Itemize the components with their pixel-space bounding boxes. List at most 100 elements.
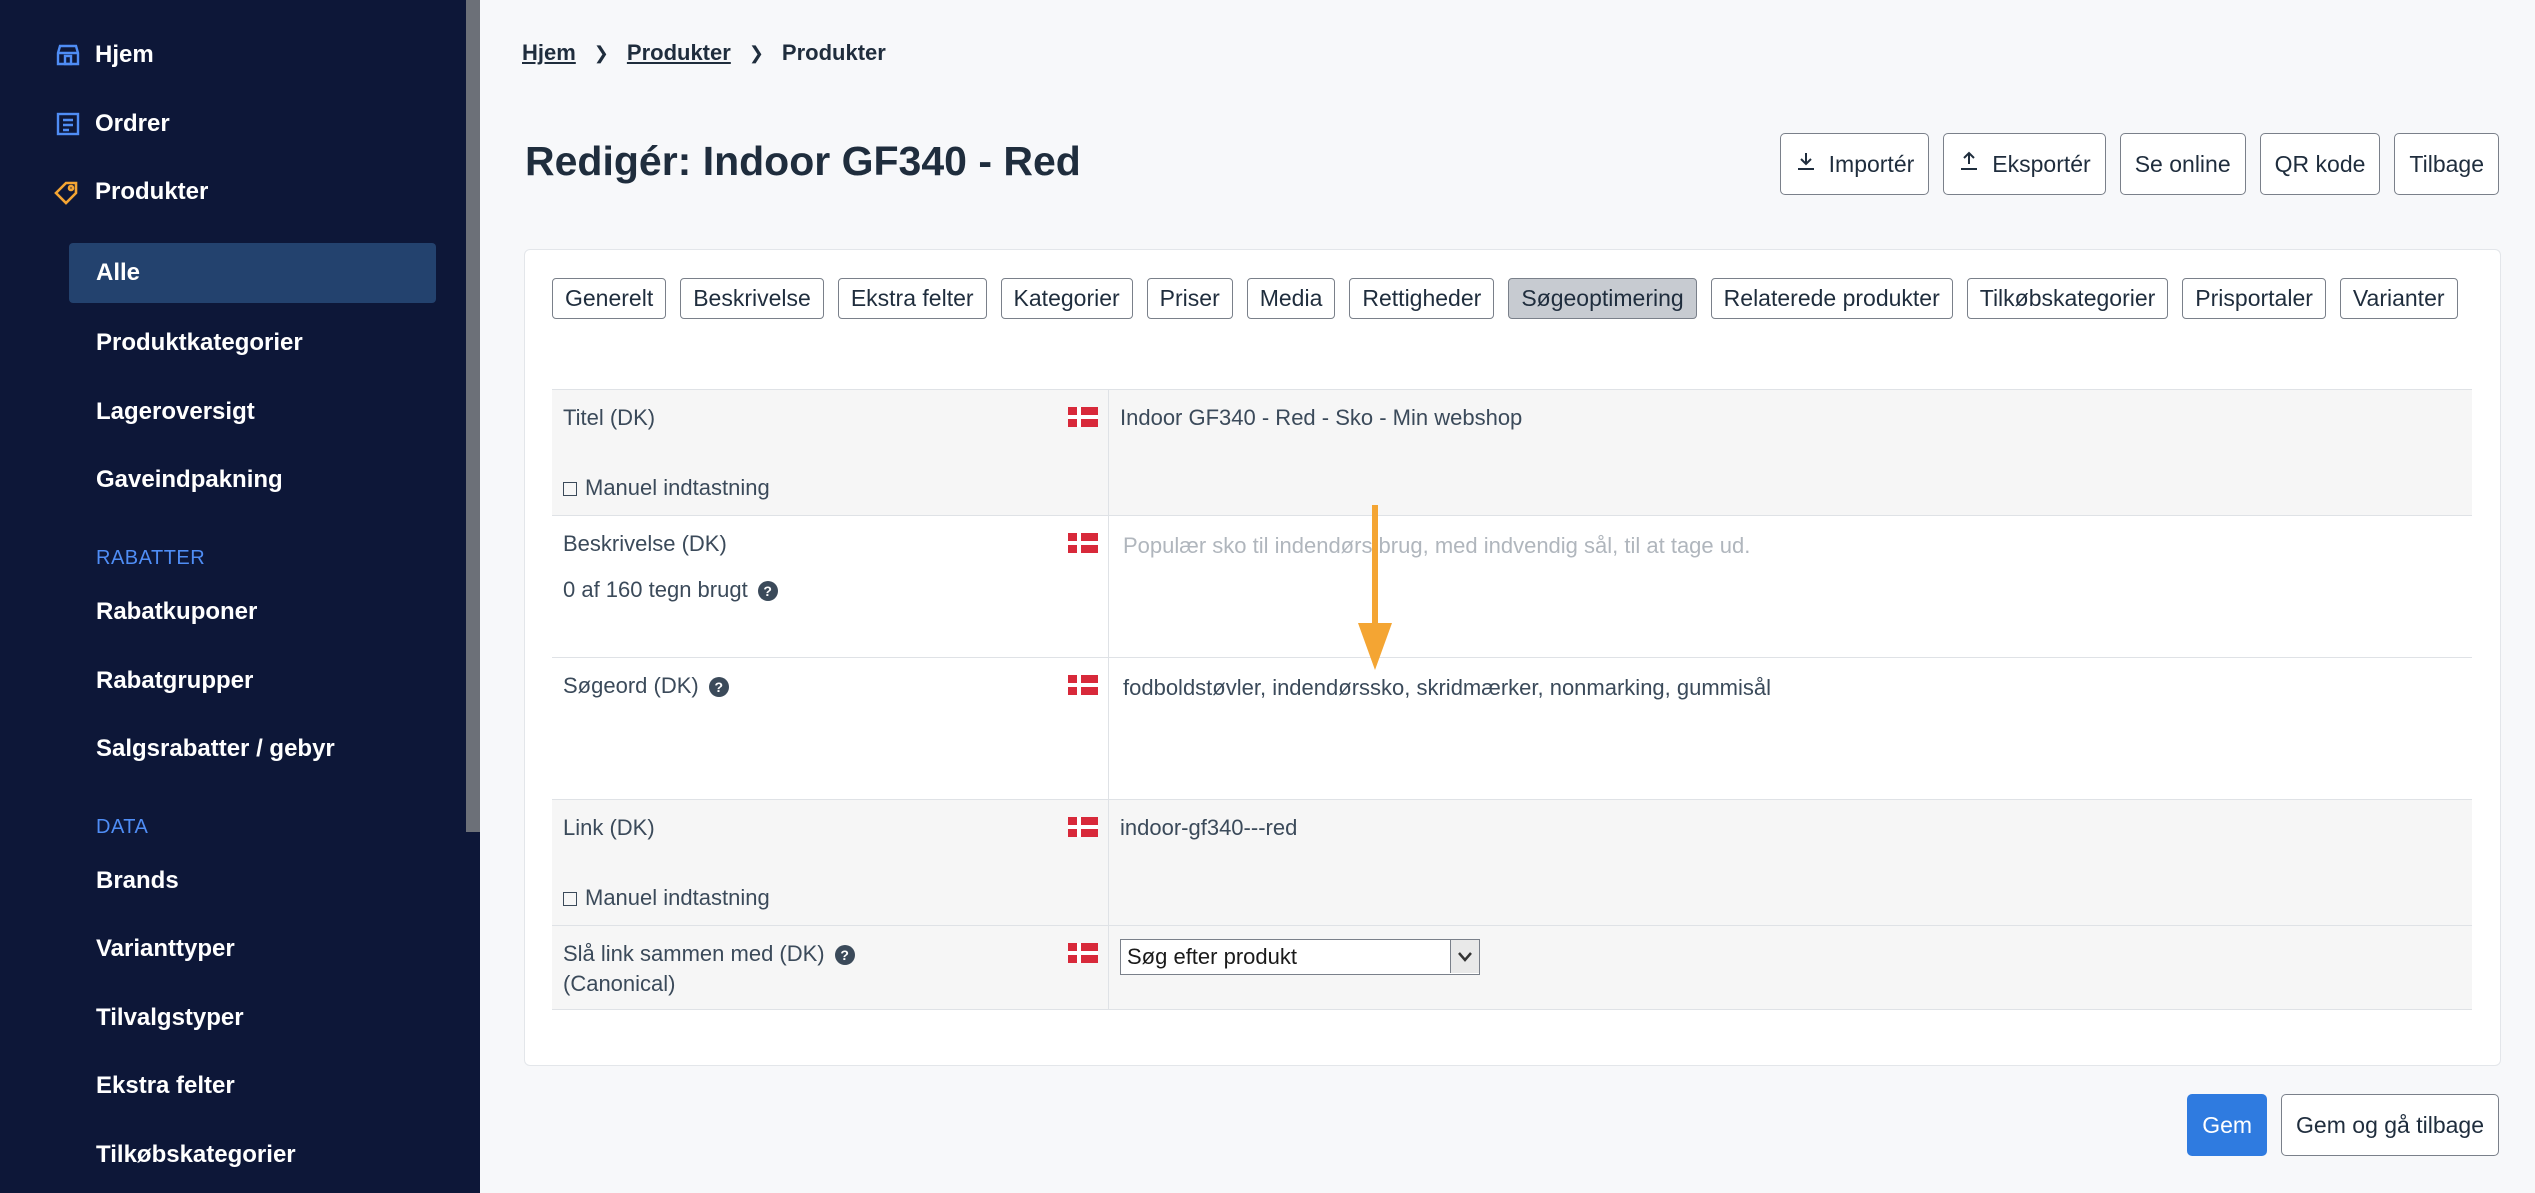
- help-icon[interactable]: ?: [834, 945, 855, 966]
- nav-item-ekstra-felter[interactable]: Ekstra felter: [69, 1056, 436, 1116]
- nav-orders[interactable]: Ordrer: [0, 94, 466, 154]
- manual-entry-label: Manuel indtastning: [585, 475, 770, 500]
- save-button[interactable]: Gem: [2187, 1094, 2268, 1156]
- danish-flag-icon: [1068, 533, 1098, 553]
- export-label: Eksportér: [1992, 150, 2091, 177]
- nav-item-label: Rabatgrupper: [96, 667, 254, 694]
- sidebar-scrollbar[interactable]: [466, 0, 480, 1193]
- save-and-back-button[interactable]: Gem og gå tilbage: [2281, 1094, 2499, 1156]
- bottom-actions: Gem Gem og gå tilbage: [2187, 1094, 2499, 1156]
- breadcrumb-products[interactable]: Produkter: [627, 40, 731, 66]
- description-counter: 0 af 160 tegn brugt?: [563, 577, 1108, 603]
- tab-priser[interactable]: Priser: [1146, 278, 1233, 319]
- chevron-right-icon: ❯: [593, 42, 609, 63]
- manual-entry-toggle[interactable]: Manuel indtastning: [563, 475, 1108, 501]
- nav-item-tilkobskategorier[interactable]: Tilkøbskategorier: [69, 1125, 436, 1185]
- description-label: Beskrivelse (DK): [563, 531, 727, 556]
- scrollbar-thumb[interactable]: [466, 0, 480, 832]
- tab-ekstra-felter[interactable]: Ekstra felter: [837, 278, 987, 319]
- nav-item-label: Rabatkuponer: [96, 598, 258, 625]
- form-label-cell: Beskrivelse (DK) 0 af 160 tegn brugt?: [552, 516, 1109, 657]
- nav-orders-label: Ordrer: [95, 110, 170, 137]
- danish-flag-icon: [1068, 817, 1098, 837]
- nav-item-label: Ekstra felter: [96, 1072, 235, 1099]
- tab-relaterede-produkter[interactable]: Relaterede produkter: [1710, 278, 1953, 319]
- chevron-down-icon[interactable]: [1450, 940, 1479, 973]
- orders-icon: [53, 109, 83, 139]
- nav-item-gaveindpakning[interactable]: Gaveindpakning: [69, 450, 436, 510]
- form-row-title: Titel (DK) Manuel indtastning Indoor GF3…: [552, 390, 2472, 516]
- description-input[interactable]: Populær sko til indendørs brug, med indv…: [1109, 516, 2472, 657]
- tab-media[interactable]: Media: [1246, 278, 1336, 319]
- annotation-arrow-icon: [1358, 505, 1392, 670]
- form-label-cell: Søgeord (DK)?: [552, 658, 1109, 799]
- checkbox[interactable]: [563, 892, 577, 907]
- breadcrumb-current: Produkter: [781, 40, 886, 65]
- view-online-button[interactable]: Se online: [2119, 133, 2246, 195]
- tab-beskrivelse[interactable]: Beskrivelse: [680, 278, 824, 319]
- nav-item-produktkategorier[interactable]: Produktkategorier: [69, 313, 436, 373]
- keywords-input[interactable]: fodboldstøvler, indendørssko, skridmærke…: [1109, 658, 2472, 799]
- nav-item-varianttyper[interactable]: Varianttyper: [69, 919, 436, 979]
- import-button[interactable]: Importér: [1779, 133, 1930, 195]
- char-count: 0 af 160 tegn brugt: [563, 577, 748, 602]
- edit-card: Generelt Beskrivelse Ekstra felter Kateg…: [524, 249, 2501, 1066]
- help-icon[interactable]: ?: [757, 581, 778, 602]
- description-placeholder: Populær sko til indendørs brug, med indv…: [1123, 533, 1751, 558]
- breadcrumb: Hjem ❯ Produkter ❯ Produkter: [522, 40, 886, 66]
- help-icon[interactable]: ?: [708, 677, 729, 698]
- seo-form: Titel (DK) Manuel indtastning Indoor GF3…: [552, 389, 2472, 1010]
- nav-products-label: Produkter: [95, 178, 209, 205]
- back-button[interactable]: Tilbage: [2394, 133, 2499, 195]
- nav-item-rabatkuponer[interactable]: Rabatkuponer: [69, 582, 436, 642]
- nav-item-brands[interactable]: Brands: [69, 851, 436, 911]
- nav-item-salgsrabatter[interactable]: Salgsrabatter / gebyr: [69, 719, 436, 779]
- checkbox[interactable]: [563, 482, 577, 497]
- title-value[interactable]: Indoor GF340 - Red - Sko - Min webshop: [1109, 390, 2472, 515]
- tab-varianter[interactable]: Varianter: [2339, 278, 2458, 319]
- danish-flag-icon: [1068, 943, 1098, 963]
- danish-flag-icon: [1068, 675, 1098, 695]
- tab-generelt[interactable]: Generelt: [552, 278, 667, 319]
- section-rabatter: RABATTER: [96, 547, 206, 569]
- form-row-keywords: Søgeord (DK)? fodboldstøvler, indendørss…: [552, 658, 2472, 800]
- tab-sogeoptimering[interactable]: Søgeoptimering: [1508, 278, 1697, 319]
- tab-rettigheder[interactable]: Rettigheder: [1349, 278, 1495, 319]
- nav-products[interactable]: Produkter: [0, 162, 466, 222]
- breadcrumb-home[interactable]: Hjem: [522, 40, 576, 66]
- download-icon: [1958, 150, 1980, 178]
- nav-item-alle[interactable]: Alle: [69, 243, 436, 303]
- nav-item-rabatgrupper[interactable]: Rabatgrupper: [69, 651, 436, 711]
- import-label: Importér: [1828, 150, 1915, 177]
- canonical-label: Slå link sammen med (DK): [563, 941, 825, 966]
- nav-item-lageroversigt[interactable]: Lageroversigt: [69, 382, 436, 442]
- tab-tilkobskategorier[interactable]: Tilkøbskategorier: [1966, 278, 2169, 319]
- nav-home-label: Hjem: [95, 41, 154, 68]
- nav-item-label: Tilkøbskategorier: [96, 1141, 296, 1168]
- select-value: Søg efter produkt: [1127, 944, 1297, 969]
- form-row-canonical: Slå link sammen med (DK)? (Canonical) Sø…: [552, 926, 2472, 1010]
- canonical-product-select[interactable]: Søg efter produkt: [1120, 939, 1480, 975]
- upload-icon: [1795, 150, 1817, 178]
- nav-item-tilvalgstyper[interactable]: Tilvalgstyper: [69, 988, 436, 1048]
- tab-kategorier[interactable]: Kategorier: [1000, 278, 1133, 319]
- tab-bar: Generelt Beskrivelse Ekstra felter Kateg…: [552, 278, 2492, 319]
- nav-item-label: Salgsrabatter / gebyr: [96, 735, 335, 762]
- manual-entry-toggle[interactable]: Manuel indtastning: [563, 885, 1108, 911]
- link-value[interactable]: indoor-gf340---red: [1109, 800, 2472, 925]
- tag-icon: [53, 177, 83, 207]
- form-label-cell: Link (DK) Manuel indtastning: [552, 800, 1109, 925]
- export-button[interactable]: Eksportér: [1943, 133, 2106, 195]
- danish-flag-icon: [1068, 407, 1098, 427]
- link-label: Link (DK): [563, 815, 655, 840]
- manual-entry-label: Manuel indtastning: [585, 885, 770, 910]
- qr-code-button[interactable]: QR kode: [2259, 133, 2381, 195]
- title-label: Titel (DK): [563, 405, 656, 430]
- nav-home[interactable]: Hjem: [0, 25, 466, 85]
- chevron-right-icon: ❯: [748, 42, 764, 63]
- tab-prisportaler[interactable]: Prisportaler: [2182, 278, 2326, 319]
- section-data: DATA: [96, 816, 149, 838]
- form-label-cell: Titel (DK) Manuel indtastning: [552, 390, 1109, 515]
- form-row-description: Beskrivelse (DK) 0 af 160 tegn brugt? Po…: [552, 516, 2472, 658]
- nav-item-label: Produktkategorier: [96, 329, 303, 356]
